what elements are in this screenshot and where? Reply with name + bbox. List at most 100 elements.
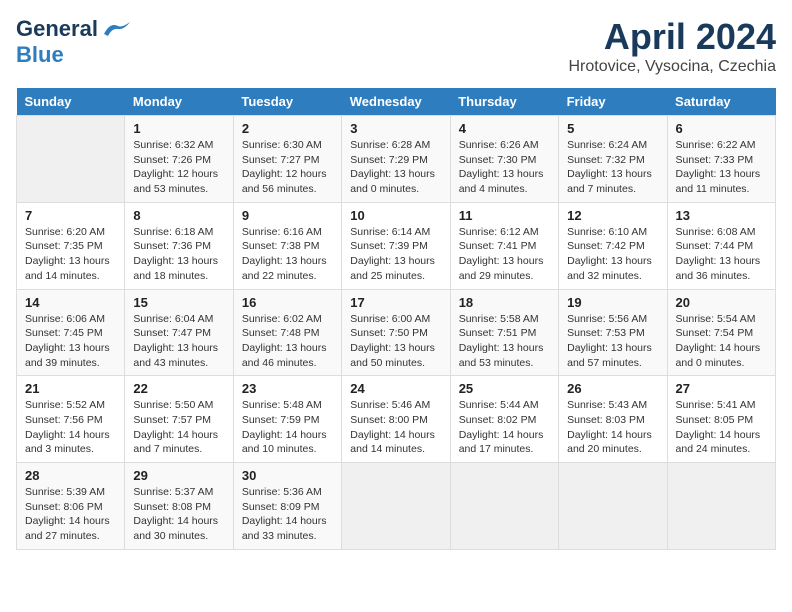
table-row: 14 Sunrise: 6:06 AMSunset: 7:45 PMDayligh… [17, 289, 125, 376]
day-info: Sunrise: 6:24 AMSunset: 7:32 PMDaylight:… [567, 138, 658, 197]
day-number: 28 [25, 468, 116, 483]
day-info: Sunrise: 5:56 AMSunset: 7:53 PMDaylight:… [567, 312, 658, 371]
table-row: 18Sunrise: 5:58 AMSunset: 7:51 PMDayligh… [450, 289, 558, 376]
day-number: 29 [133, 468, 224, 483]
weekday-header-row: Sunday Monday Tuesday Wednesday Thursday… [17, 88, 776, 116]
day-number: 19 [567, 295, 658, 310]
table-row: 10 Sunrise: 6:14 AMSunset: 7:39 PMDayligh… [342, 202, 450, 289]
day-info: Sunrise: 6:30 AMSunset: 7:27 PMDaylight:… [242, 138, 333, 197]
day-number: 26 [567, 381, 658, 396]
table-row: 5Sunrise: 6:24 AMSunset: 7:32 PMDaylight… [559, 116, 667, 203]
day-info: Sunrise: 6:00 AMSunset: 7:50 PMDaylight:… [350, 312, 441, 371]
day-info: Sunrise: 6:10 AMSunset: 7:42 PMDaylight:… [567, 225, 658, 284]
day-number: 15 [133, 295, 224, 310]
calendar-title: April 2024 [569, 16, 777, 58]
day-info: Sunrise: 5:48 AMSunset: 7:59 PMDaylight:… [242, 398, 333, 457]
day-number: 9 [242, 208, 333, 223]
header-tuesday: Tuesday [233, 88, 341, 116]
table-row: 12 Sunrise: 6:10 AMSunset: 7:42 PMDayligh… [559, 202, 667, 289]
table-row: 13 Sunrise: 6:08 AMSunset: 7:44 PMDayligh… [667, 202, 775, 289]
day-number: 13 [676, 208, 767, 223]
title-block: April 2024 Hrotovice, Vysocina, Czechia [569, 16, 777, 76]
day-info: Sunrise: 5:44 AMSunset: 8:02 PMDaylight:… [459, 398, 550, 457]
table-row [450, 463, 558, 550]
table-row: 20 Sunrise: 5:54 AMSunset: 7:54 PMDayligh… [667, 289, 775, 376]
day-info: Sunrise: 5:43 AMSunset: 8:03 PMDaylight:… [567, 398, 658, 457]
table-row [17, 116, 125, 203]
day-number: 14 [25, 295, 116, 310]
table-row: 28Sunrise: 5:39 AMSunset: 8:06 PMDayligh… [17, 463, 125, 550]
day-number: 7 [25, 208, 116, 223]
header-wednesday: Wednesday [342, 88, 450, 116]
day-number: 18 [459, 295, 550, 310]
day-number: 2 [242, 121, 333, 136]
calendar-week-row: 28Sunrise: 5:39 AMSunset: 8:06 PMDayligh… [17, 463, 776, 550]
day-number: 12 [567, 208, 658, 223]
table-row: 19 Sunrise: 5:56 AMSunset: 7:53 PMDayligh… [559, 289, 667, 376]
table-row: 1 Sunrise: 6:32 AMSunset: 7:26 PMDaylight… [125, 116, 233, 203]
day-info: Sunrise: 5:36 AMSunset: 8:09 PMDaylight:… [242, 485, 333, 544]
day-info: Sunrise: 6:20 AMSunset: 7:35 PMDaylight:… [25, 225, 116, 284]
table-row: 15 Sunrise: 6:04 AMSunset: 7:47 PMDayligh… [125, 289, 233, 376]
day-info: Sunrise: 5:52 AMSunset: 7:56 PMDaylight:… [25, 398, 116, 457]
calendar-week-row: 7 Sunrise: 6:20 AMSunset: 7:35 PMDaylight… [17, 202, 776, 289]
page-header: General Blue April 2024 Hrotovice, Vysoc… [16, 16, 776, 76]
day-number: 25 [459, 381, 550, 396]
table-row: 6Sunrise: 6:22 AMSunset: 7:33 PMDaylight… [667, 116, 775, 203]
day-info: Sunrise: 6:08 AMSunset: 7:44 PMDaylight:… [676, 225, 767, 284]
day-number: 11 [459, 208, 550, 223]
day-info: Sunrise: 5:50 AMSunset: 7:57 PMDaylight:… [133, 398, 224, 457]
table-row: 9 Sunrise: 6:16 AMSunset: 7:38 PMDaylight… [233, 202, 341, 289]
table-row [342, 463, 450, 550]
day-number: 21 [25, 381, 116, 396]
day-number: 10 [350, 208, 441, 223]
table-row: 11 Sunrise: 6:12 AMSunset: 7:41 PMDayligh… [450, 202, 558, 289]
logo-bird-icon [102, 20, 130, 38]
day-number: 16 [242, 295, 333, 310]
day-info: Sunrise: 5:37 AMSunset: 8:08 PMDaylight:… [133, 485, 224, 544]
day-number: 8 [133, 208, 224, 223]
day-number: 24 [350, 381, 441, 396]
day-info: Sunrise: 6:06 AMSunset: 7:45 PMDaylight:… [25, 312, 116, 371]
table-row: 2 Sunrise: 6:30 AMSunset: 7:27 PMDaylight… [233, 116, 341, 203]
day-info: Sunrise: 6:32 AMSunset: 7:26 PMDaylight:… [133, 138, 224, 197]
day-number: 20 [676, 295, 767, 310]
day-info: Sunrise: 6:04 AMSunset: 7:47 PMDaylight:… [133, 312, 224, 371]
day-info: Sunrise: 5:54 AMSunset: 7:54 PMDaylight:… [676, 312, 767, 371]
table-row: 8 Sunrise: 6:18 AMSunset: 7:36 PMDaylight… [125, 202, 233, 289]
table-row: 16Sunrise: 6:02 AMSunset: 7:48 PMDayligh… [233, 289, 341, 376]
table-row: 21 Sunrise: 5:52 AMSunset: 7:56 PMDayligh… [17, 376, 125, 463]
day-info: Sunrise: 6:14 AMSunset: 7:39 PMDaylight:… [350, 225, 441, 284]
day-info: Sunrise: 6:12 AMSunset: 7:41 PMDaylight:… [459, 225, 550, 284]
day-info: Sunrise: 5:46 AMSunset: 8:00 PMDaylight:… [350, 398, 441, 457]
table-row: 27Sunrise: 5:41 AMSunset: 8:05 PMDayligh… [667, 376, 775, 463]
table-row: 17 Sunrise: 6:00 AMSunset: 7:50 PMDayligh… [342, 289, 450, 376]
table-row: 3Sunrise: 6:28 AMSunset: 7:29 PMDaylight… [342, 116, 450, 203]
logo: General Blue [16, 16, 130, 68]
logo-blue-text: Blue [16, 42, 64, 67]
logo-general-text: General [16, 16, 98, 42]
header-saturday: Saturday [667, 88, 775, 116]
table-row: 30 Sunrise: 5:36 AMSunset: 8:09 PMDayligh… [233, 463, 341, 550]
day-info: Sunrise: 6:26 AMSunset: 7:30 PMDaylight:… [459, 138, 550, 197]
day-info: Sunrise: 6:22 AMSunset: 7:33 PMDaylight:… [676, 138, 767, 197]
calendar-week-row: 21 Sunrise: 5:52 AMSunset: 7:56 PMDayligh… [17, 376, 776, 463]
header-sunday: Sunday [17, 88, 125, 116]
header-monday: Monday [125, 88, 233, 116]
day-number: 17 [350, 295, 441, 310]
day-number: 30 [242, 468, 333, 483]
day-number: 22 [133, 381, 224, 396]
day-info: Sunrise: 6:28 AMSunset: 7:29 PMDaylight:… [350, 138, 441, 197]
day-info: Sunrise: 6:16 AMSunset: 7:38 PMDaylight:… [242, 225, 333, 284]
day-info: Sunrise: 6:18 AMSunset: 7:36 PMDaylight:… [133, 225, 224, 284]
calendar-week-row: 1 Sunrise: 6:32 AMSunset: 7:26 PMDaylight… [17, 116, 776, 203]
table-row: 4 Sunrise: 6:26 AMSunset: 7:30 PMDaylight… [450, 116, 558, 203]
table-row: 23 Sunrise: 5:48 AMSunset: 7:59 PMDayligh… [233, 376, 341, 463]
day-number: 23 [242, 381, 333, 396]
day-info: Sunrise: 5:41 AMSunset: 8:05 PMDaylight:… [676, 398, 767, 457]
calendar-week-row: 14 Sunrise: 6:06 AMSunset: 7:45 PMDayligh… [17, 289, 776, 376]
day-number: 1 [133, 121, 224, 136]
table-row [667, 463, 775, 550]
day-number: 4 [459, 121, 550, 136]
table-row: 24 Sunrise: 5:46 AMSunset: 8:00 PMDayligh… [342, 376, 450, 463]
